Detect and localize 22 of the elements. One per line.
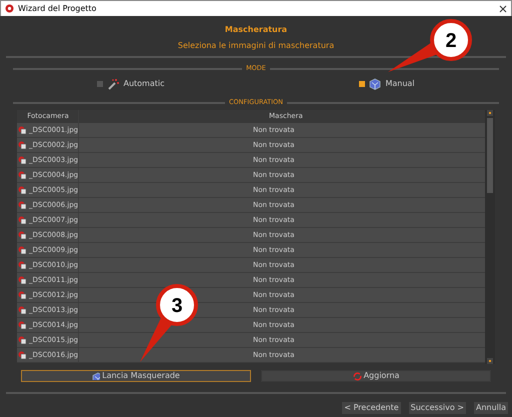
mode-option-label[interactable]: Manual (385, 78, 415, 90)
nav-button[interactable]: < Precedente (342, 402, 401, 414)
cube-icon (92, 372, 100, 380)
callout-circle (430, 19, 472, 61)
magic-wand-icon (107, 78, 120, 90)
nav-button[interactable]: Successivo > (408, 402, 466, 414)
action-button[interactable]: Aggiorna (261, 370, 491, 382)
radio-indicator[interactable] (359, 81, 366, 87)
action-button[interactable]: Lancia Masquerade (21, 370, 251, 382)
page-title: Mascheratura (224, 24, 288, 36)
close-icon (499, 4, 507, 12)
window-title: Wizard del Progetto (18, 2, 98, 14)
mode-option-label[interactable]: Automatic (123, 78, 164, 90)
app-logo-icon (5, 4, 14, 13)
page-subtitle: Seleziona le immagini di mascheratura (178, 40, 334, 52)
callout-number: 2 (445, 30, 457, 52)
cube-icon (369, 78, 382, 90)
scrollbar[interactable] (485, 110, 495, 364)
radio-indicator[interactable] (97, 81, 104, 87)
refresh-icon (352, 372, 362, 380)
callout-number: 3 (171, 295, 183, 317)
nav-button[interactable]: Annulla (474, 402, 508, 414)
